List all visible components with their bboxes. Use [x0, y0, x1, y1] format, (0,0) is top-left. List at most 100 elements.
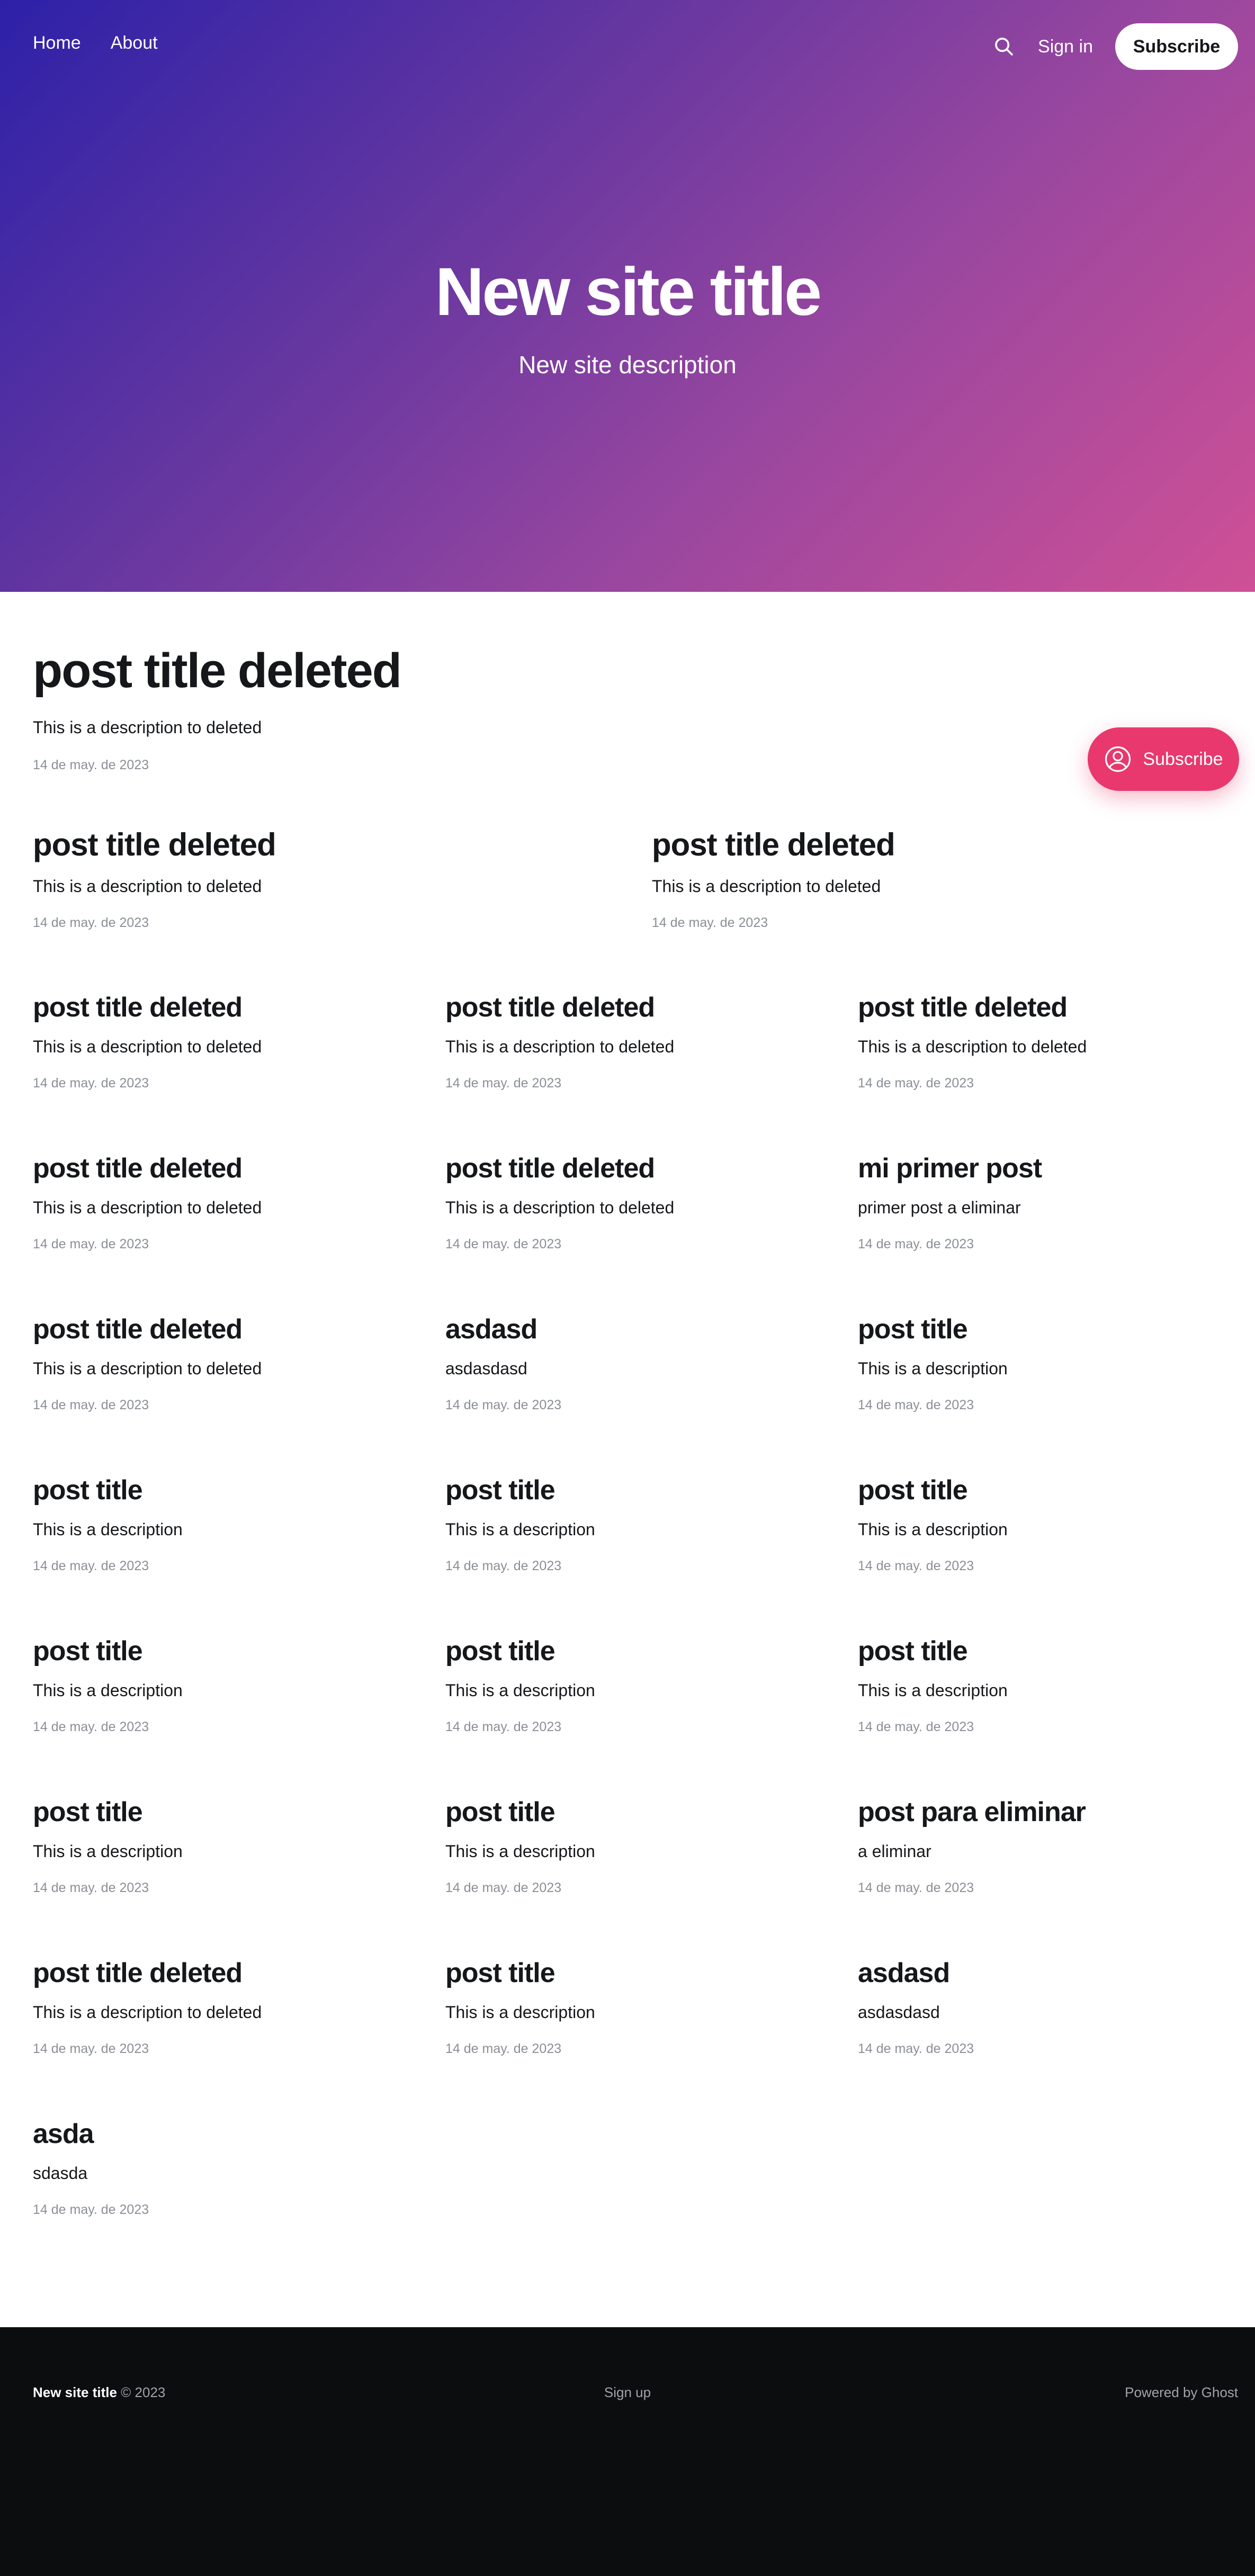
post-title[interactable]: asdasd — [445, 1313, 561, 1345]
post-card[interactable]: post title This is a description 14 de m… — [33, 1635, 183, 1735]
post-card[interactable]: post title deleted This is a description… — [33, 1313, 262, 1413]
post-card[interactable]: post title deleted This is a description… — [33, 992, 262, 1091]
post-excerpt: This is a description to deleted — [445, 1037, 675, 1056]
post-card[interactable]: asda sdasda 14 de may. de 2023 — [33, 2118, 149, 2218]
post-date: 14 de may. de 2023 — [858, 1398, 974, 1412]
post-card[interactable]: post title This is a description 14 de m… — [445, 1635, 595, 1735]
post-excerpt: a eliminar — [858, 1842, 931, 1861]
post-card[interactable]: asdasd asdasdasd 14 de may. de 2023 — [858, 1957, 974, 2057]
post-excerpt: This is a description to deleted — [33, 1359, 262, 1378]
post-excerpt: asdasdasd — [858, 2003, 940, 2022]
post-card[interactable]: post title deleted This is a description… — [858, 992, 1087, 1091]
post-card[interactable]: post title deleted This is a description… — [445, 992, 674, 1091]
post-excerpt: This is a description to deleted — [33, 2003, 262, 2022]
post-card[interactable]: post title deleted This is a description… — [445, 1152, 674, 1252]
post-title[interactable]: post title deleted — [33, 992, 262, 1023]
post-title[interactable]: post title — [445, 1796, 595, 1828]
post-card[interactable]: post title deleted This is a description… — [33, 1152, 262, 1252]
post-title[interactable]: post title — [33, 1474, 183, 1506]
post-excerpt: primer post a eliminar — [858, 1198, 1021, 1217]
post-title[interactable]: post title — [858, 1635, 1008, 1667]
post-card[interactable]: post title deleted This is a description… — [33, 1957, 262, 2057]
post-title[interactable]: post title deleted — [33, 643, 402, 699]
post-card[interactable]: post title This is a description 14 de m… — [445, 1474, 595, 1574]
top-nav: Home About Sign in Subscribe — [0, 0, 1255, 93]
post-date: 14 de may. de 2023 — [445, 1559, 562, 1573]
post-card[interactable]: post title This is a description 14 de m… — [858, 1635, 1008, 1735]
post-title[interactable]: post title deleted — [445, 992, 674, 1023]
subscribe-button[interactable]: Subscribe — [1115, 23, 1238, 70]
floating-subscribe-label: Subscribe — [1143, 749, 1223, 769]
post-title[interactable]: post title deleted — [33, 1957, 262, 1989]
post-title[interactable]: post title — [858, 1313, 1008, 1345]
post-excerpt: asdasdasd — [445, 1359, 527, 1378]
post-excerpt: This is a description — [33, 1520, 183, 1539]
site-footer: New site title © 2023 Sign up Powered by… — [0, 2327, 1255, 2576]
post-card[interactable]: post title This is a description 14 de m… — [445, 1796, 595, 1896]
post-date: 14 de may. de 2023 — [33, 2041, 149, 2056]
post-title[interactable]: asdasd — [858, 1957, 974, 1989]
post-card[interactable]: asdasd asdasdasd 14 de may. de 2023 — [445, 1313, 561, 1413]
post-card[interactable]: mi primer post primer post a eliminar 14… — [858, 1152, 1042, 1252]
footer-powered-link[interactable]: Powered by Ghost — [1125, 2384, 1238, 2401]
signin-link[interactable]: Sign in — [1038, 37, 1093, 57]
post-card[interactable]: post title deleted This is a description… — [652, 826, 895, 931]
nav-home-link[interactable]: Home — [33, 33, 81, 53]
post-date: 14 de may. de 2023 — [33, 758, 149, 772]
post-card[interactable]: post title This is a description 14 de m… — [445, 1957, 595, 2057]
post-excerpt: This is a description to deleted — [33, 1198, 262, 1217]
post-date: 14 de may. de 2023 — [858, 1076, 974, 1091]
post-title[interactable]: post title deleted — [652, 826, 895, 863]
post-date: 14 de may. de 2023 — [445, 1719, 562, 1734]
post-date: 14 de may. de 2023 — [445, 1237, 562, 1251]
post-date: 14 de may. de 2023 — [652, 915, 768, 930]
post-title[interactable]: post title — [445, 1635, 595, 1667]
post-title[interactable]: mi primer post — [858, 1152, 1042, 1184]
footer-signup-link[interactable]: Sign up — [0, 2384, 1255, 2401]
post-date: 14 de may. de 2023 — [33, 1719, 149, 1734]
post-title[interactable]: post title deleted — [858, 992, 1087, 1023]
post-date: 14 de may. de 2023 — [33, 2202, 149, 2217]
post-title[interactable]: post title — [33, 1796, 183, 1828]
post-title[interactable]: asda — [33, 2118, 149, 2150]
post-card[interactable]: post title This is a description 14 de m… — [858, 1474, 1008, 1574]
post-title[interactable]: post title deleted — [33, 826, 276, 863]
post-date: 14 de may. de 2023 — [33, 1880, 149, 1895]
post-excerpt: This is a description to deleted — [33, 877, 262, 896]
post-title[interactable]: post title — [445, 1474, 595, 1506]
nav-actions: Sign in Subscribe — [991, 23, 1238, 70]
post-card[interactable]: post title This is a description 14 de m… — [33, 1474, 183, 1574]
post-title[interactable]: post title — [445, 1957, 595, 1989]
post-card[interactable]: post title deleted This is a description… — [33, 826, 276, 931]
post-date: 14 de may. de 2023 — [33, 1398, 149, 1412]
post-title[interactable]: post title deleted — [445, 1152, 674, 1184]
post-excerpt: This is a description — [445, 2003, 595, 2022]
post-excerpt: This is a description — [445, 1681, 595, 1700]
post-title[interactable]: post title — [33, 1635, 183, 1667]
post-excerpt: This is a description to deleted — [652, 877, 881, 896]
post-date: 14 de may. de 2023 — [445, 2041, 562, 2056]
post-card[interactable]: post title This is a description 14 de m… — [33, 1796, 183, 1896]
site-header: Home About Sign in Subscribe New site ti… — [0, 0, 1255, 592]
post-card[interactable]: post title deleted This is a description… — [33, 643, 402, 773]
post-excerpt: This is a description — [445, 1520, 595, 1539]
post-date: 14 de may. de 2023 — [33, 1237, 149, 1251]
search-icon[interactable] — [991, 34, 1017, 59]
post-title[interactable]: post para eliminar — [858, 1796, 1086, 1828]
post-date: 14 de may. de 2023 — [33, 1559, 149, 1573]
post-excerpt: This is a description — [858, 1359, 1008, 1378]
nav-about-link[interactable]: About — [111, 33, 158, 53]
post-card[interactable]: post para eliminar a eliminar 14 de may.… — [858, 1796, 1086, 1896]
post-date: 14 de may. de 2023 — [858, 1237, 974, 1251]
post-title[interactable]: post title deleted — [33, 1152, 262, 1184]
post-title[interactable]: post title — [858, 1474, 1008, 1506]
site-description: New site description — [518, 351, 737, 379]
post-title[interactable]: post title deleted — [33, 1313, 262, 1345]
post-card[interactable]: post title This is a description 14 de m… — [858, 1313, 1008, 1413]
post-excerpt: This is a description to deleted — [33, 1037, 262, 1056]
post-date: 14 de may. de 2023 — [858, 2041, 974, 2056]
user-circle-icon — [1104, 745, 1132, 773]
site-title: New site title — [435, 254, 822, 330]
post-excerpt: This is a description to deleted — [33, 718, 262, 737]
floating-subscribe-button[interactable]: Subscribe — [1088, 727, 1239, 791]
